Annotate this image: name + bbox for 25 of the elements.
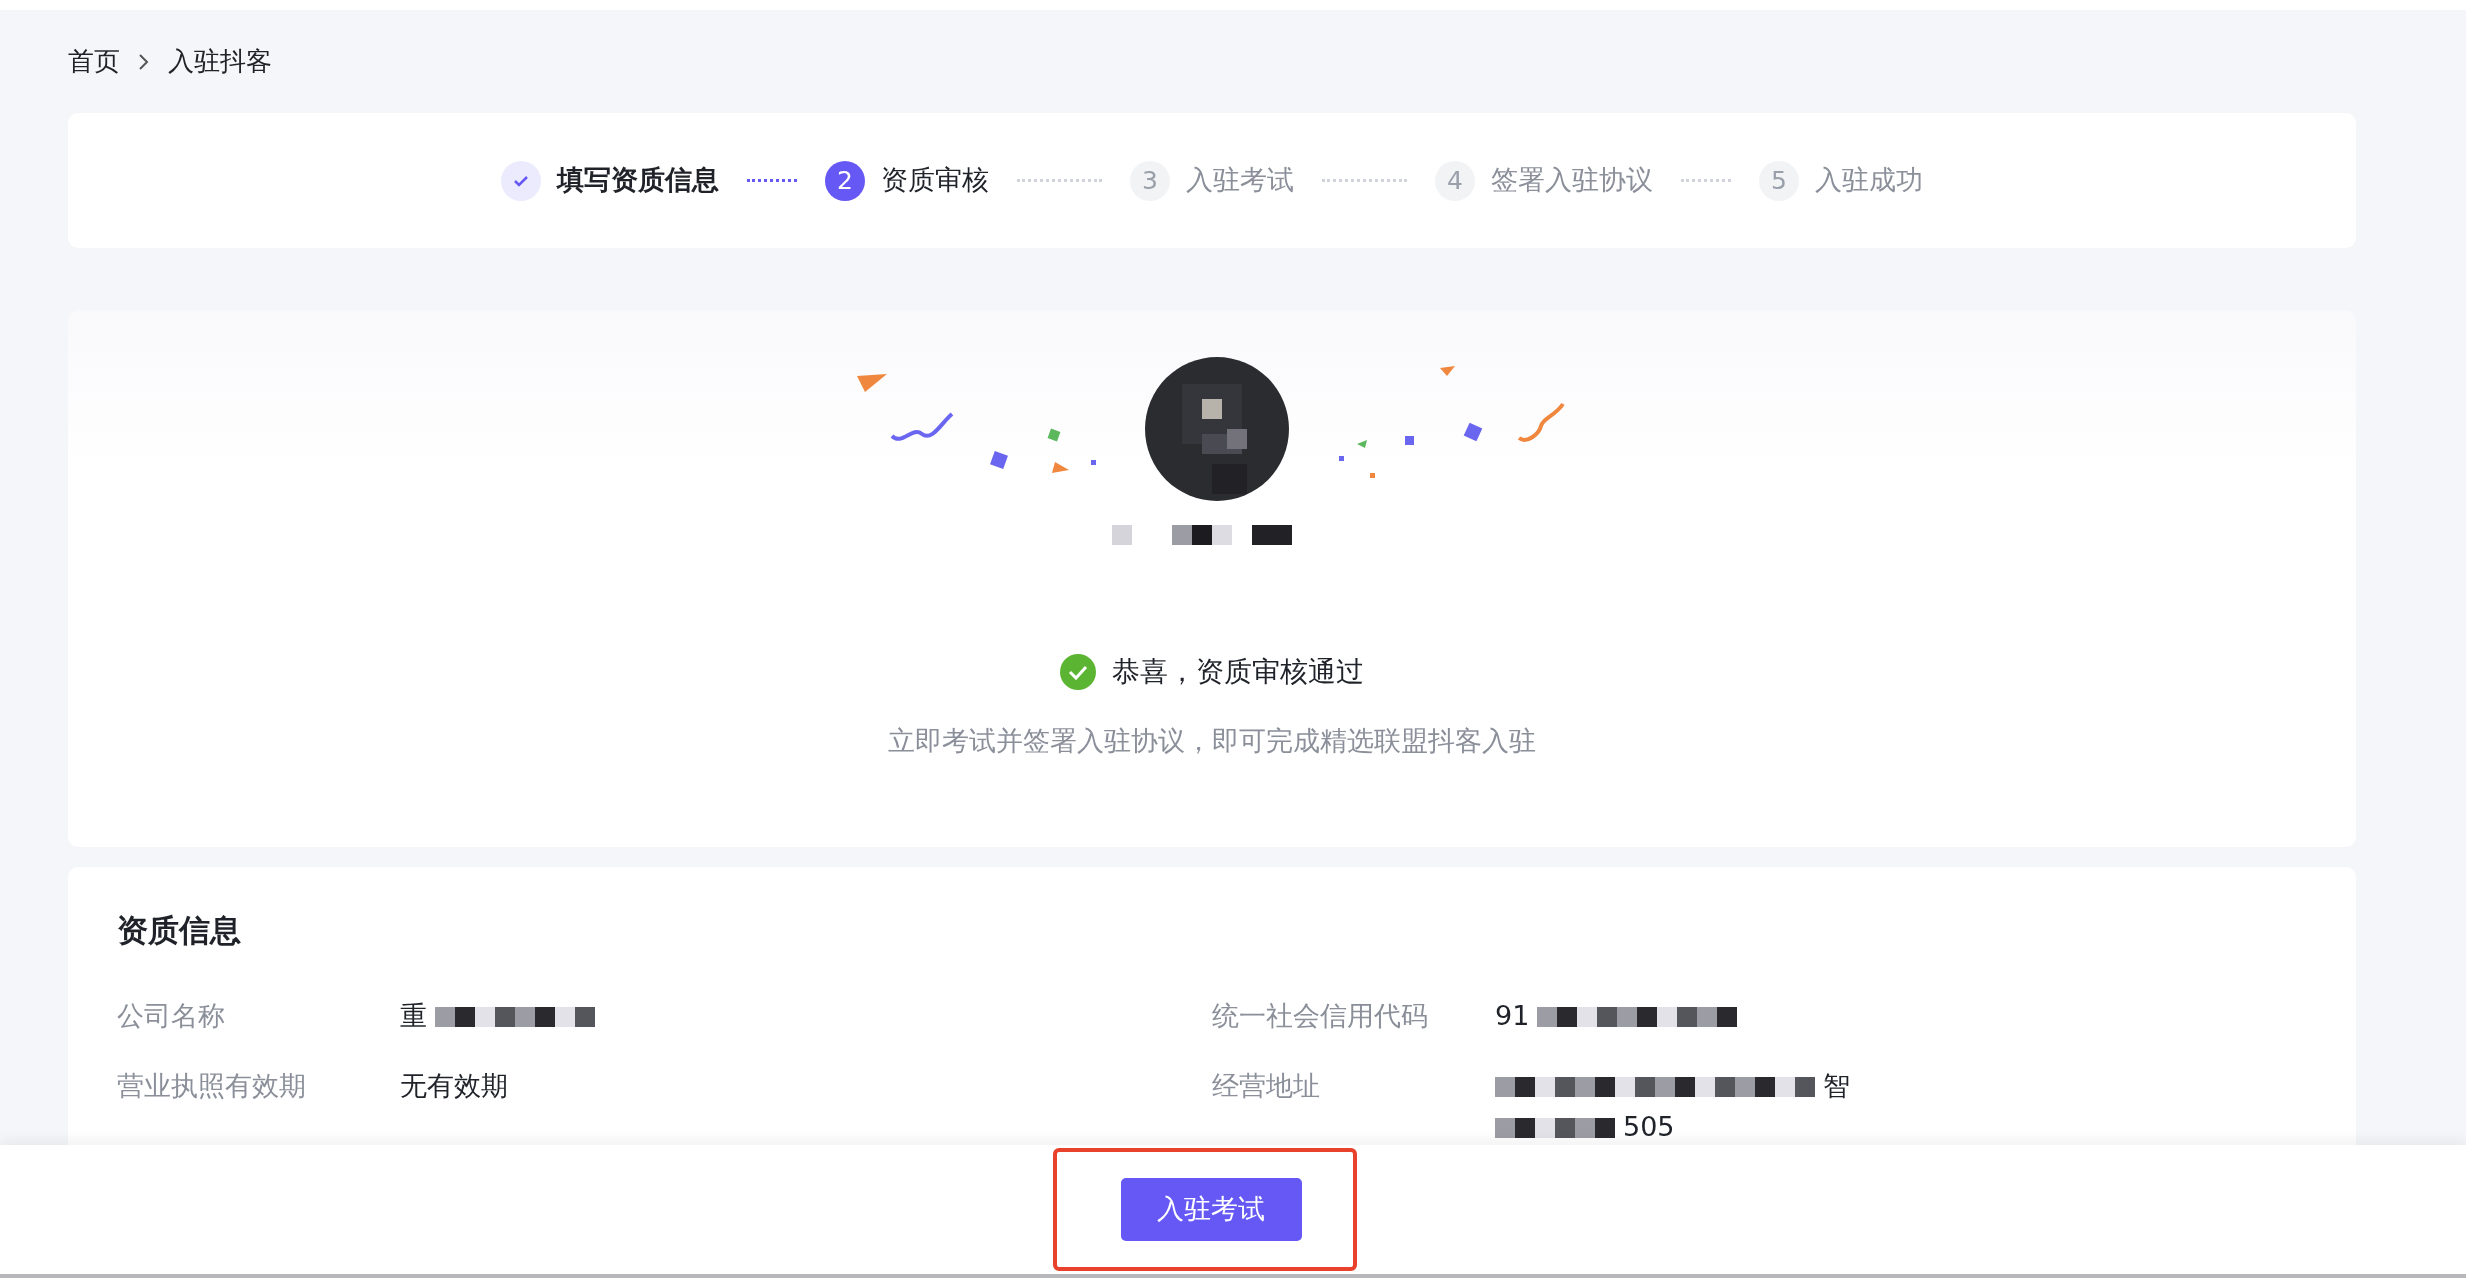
field-label: 经营地址: [1212, 1069, 1321, 1103]
step-number: 2: [825, 160, 865, 201]
section-title: 资质信息: [117, 911, 242, 950]
field-value: 无有效期: [400, 1069, 508, 1103]
step-label: 入驻考试: [1186, 163, 1294, 198]
breadcrumb-item[interactable]: 首页: [68, 42, 120, 81]
step-label: 填写资质信息: [557, 163, 719, 198]
success-subtitle: 立即考试并签署入驻协议，即可完成精选联盟抖客入驻: [888, 724, 1536, 758]
breadcrumb-item: 入驻抖客: [168, 45, 272, 78]
step-number: 3: [1130, 160, 1170, 201]
field-label: 营业执照有效期: [117, 1069, 307, 1103]
field-value: 重: [400, 998, 427, 1033]
success-title: 恭喜，资质审核通过: [1112, 654, 1364, 690]
success-icon: [1060, 654, 1096, 690]
step-number: 5: [1759, 160, 1799, 201]
field-value: 91: [1495, 998, 1530, 1033]
field-label: 统一社会信用代码: [1212, 998, 1429, 1033]
step-number: 4: [1435, 160, 1475, 201]
field-label: 公司名称: [117, 998, 226, 1033]
step-label: 资质审核: [881, 163, 989, 198]
field-value: 智: [1823, 1069, 1850, 1103]
field-value: 505: [1623, 1109, 1675, 1144]
exam-button[interactable]: 入驻考试: [1120, 1178, 1302, 1241]
step-label: 入驻成功: [1815, 163, 1923, 198]
step-label: 签署入驻协议: [1491, 163, 1653, 198]
